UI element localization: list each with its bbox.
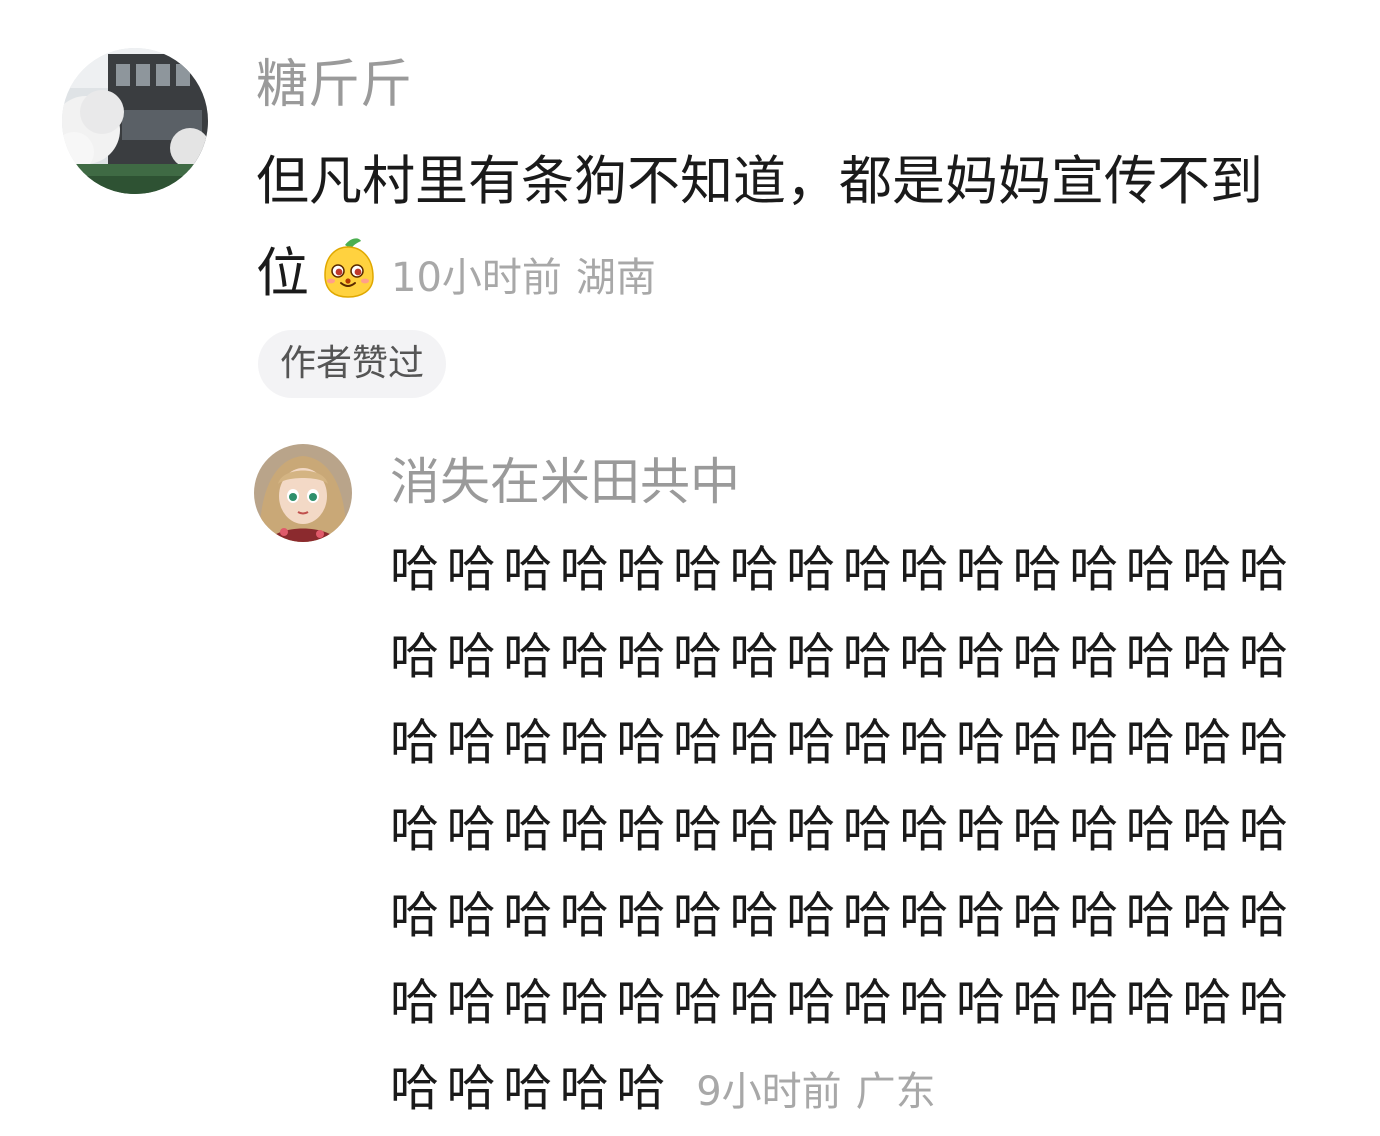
reply-text-line: 哈哈哈哈哈哈哈哈哈哈哈哈哈哈哈哈 xyxy=(390,714,1296,771)
reply-text-line: 哈哈哈哈哈哈哈哈哈哈哈哈哈哈哈哈 xyxy=(390,800,1296,858)
reply-text-line: 哈哈哈哈哈 9小时前 广东 xyxy=(390,1046,1350,1136)
comment-body: 但凡村里有条狗不知道，都是妈妈宣传不到 位 10小时前 湖南 xyxy=(256,136,1346,324)
avatar[interactable] xyxy=(254,444,352,542)
reply-text-line: 哈哈哈哈哈哈哈哈哈哈哈哈哈哈哈哈 xyxy=(390,887,1296,944)
avatar[interactable] xyxy=(62,48,208,194)
reply-body: 哈哈哈哈哈哈哈哈哈哈哈哈哈哈哈哈 哈哈哈哈哈哈哈哈哈哈哈哈哈哈哈哈 哈哈哈哈哈哈… xyxy=(390,527,1350,1136)
comment-time: 10小时前 xyxy=(391,255,562,301)
comment-text-tail: 位 xyxy=(256,243,309,304)
reply-text-tail: 哈哈哈哈哈 xyxy=(390,1060,674,1117)
reply-text-line: 哈哈哈哈哈哈哈哈哈哈哈哈哈哈哈哈 xyxy=(390,627,1296,685)
comment-text-line: 但凡村里有条狗不知道，都是妈妈宣传不到 xyxy=(256,151,1263,212)
reply-text-line: 哈哈哈哈哈哈哈哈哈哈哈哈哈哈哈哈 xyxy=(390,973,1296,1031)
comment-text-line: 位 10小时前 湖南 xyxy=(256,228,1346,324)
comment-location: 湖南 xyxy=(575,255,656,301)
reply-text-line: 哈哈哈哈哈哈哈哈哈哈哈哈哈哈哈哈 xyxy=(390,541,1296,598)
comment-thread: 糖斤斤 但凡村里有条狗不知道，都是妈妈宣传不到 位 10小时前湖南 作者赞过 xyxy=(0,0,1380,1117)
comment-username[interactable]: 糖斤斤 xyxy=(256,52,412,118)
reply-meta: 9小时前 广东 xyxy=(696,1069,935,1115)
author-liked-badge: 作者赞过 xyxy=(258,330,447,398)
reply-username[interactable]: 消失在米田共中 xyxy=(390,450,740,514)
comment-meta: 10小时前 湖南 xyxy=(391,255,656,301)
avatar-building-photo xyxy=(62,48,208,194)
reply-time: 9小时前 xyxy=(696,1069,842,1115)
smug-face-emoji-icon xyxy=(315,235,381,301)
avatar-doll-photo xyxy=(254,444,352,542)
reply-location: 广东 xyxy=(855,1069,936,1115)
